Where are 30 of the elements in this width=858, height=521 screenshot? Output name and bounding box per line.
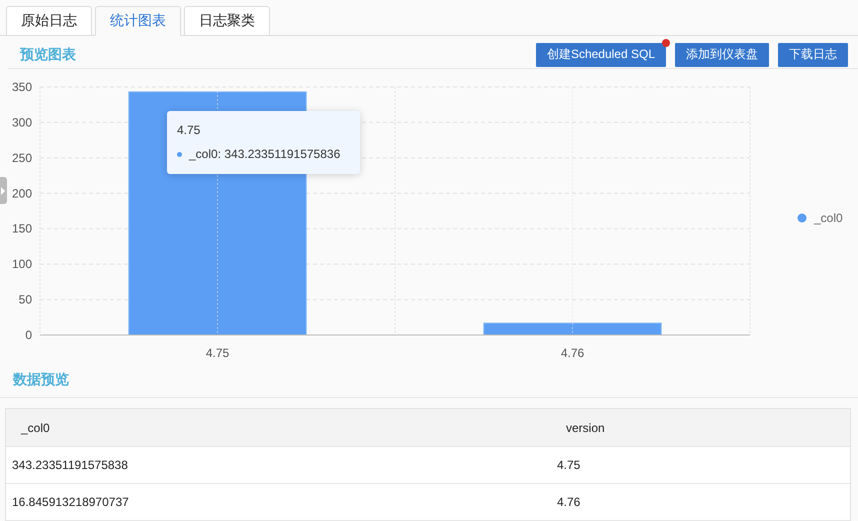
caret-icon [0, 186, 6, 194]
table-cell-text: 4.75 [556, 457, 582, 474]
section-title: 数据预览 [13, 371, 69, 387]
y-tick-label: 100 [12, 257, 32, 272]
series-dot [177, 152, 182, 156]
action-button[interactable]: 添加到仪表盘 [675, 42, 769, 66]
y-tick-label: 0 [25, 328, 32, 342]
tab[interactable]: 日志聚类 [184, 6, 270, 36]
table-cell-text: 4.76 [556, 494, 582, 511]
tooltip-title: 4.75 [177, 123, 202, 137]
section-title: 预览图表 [20, 46, 76, 64]
y-tick-label: 250 [12, 150, 32, 165]
column-header[interactable]: version [551, 409, 850, 446]
tab[interactable]: 原始日志 [6, 6, 92, 36]
table-cell-text: 343.23351191575838 [11, 457, 129, 474]
column-header[interactable]: _col0 [6, 409, 551, 446]
table-cell-text: 16.845913218970737 [11, 494, 130, 511]
y-tick-label: 350 [12, 80, 32, 94]
y-tick-label: 50 [18, 292, 32, 307]
tab[interactable]: 统计图表 [95, 6, 181, 36]
legend-dot [798, 214, 806, 222]
y-tick-label: 200 [12, 186, 32, 200]
action-button[interactable]: 下载日志 [778, 42, 848, 66]
x-tick-label: 4.76 [560, 346, 584, 360]
y-tick-label: 300 [12, 115, 32, 130]
collapse-handle[interactable] [0, 177, 7, 204]
y-tick-label: 150 [12, 222, 32, 236]
legend-label[interactable]: _col0 [814, 211, 843, 225]
x-tick-label: 4.75 [206, 346, 230, 360]
tooltip-value: _col0: 343.23351191575836 [189, 147, 340, 161]
